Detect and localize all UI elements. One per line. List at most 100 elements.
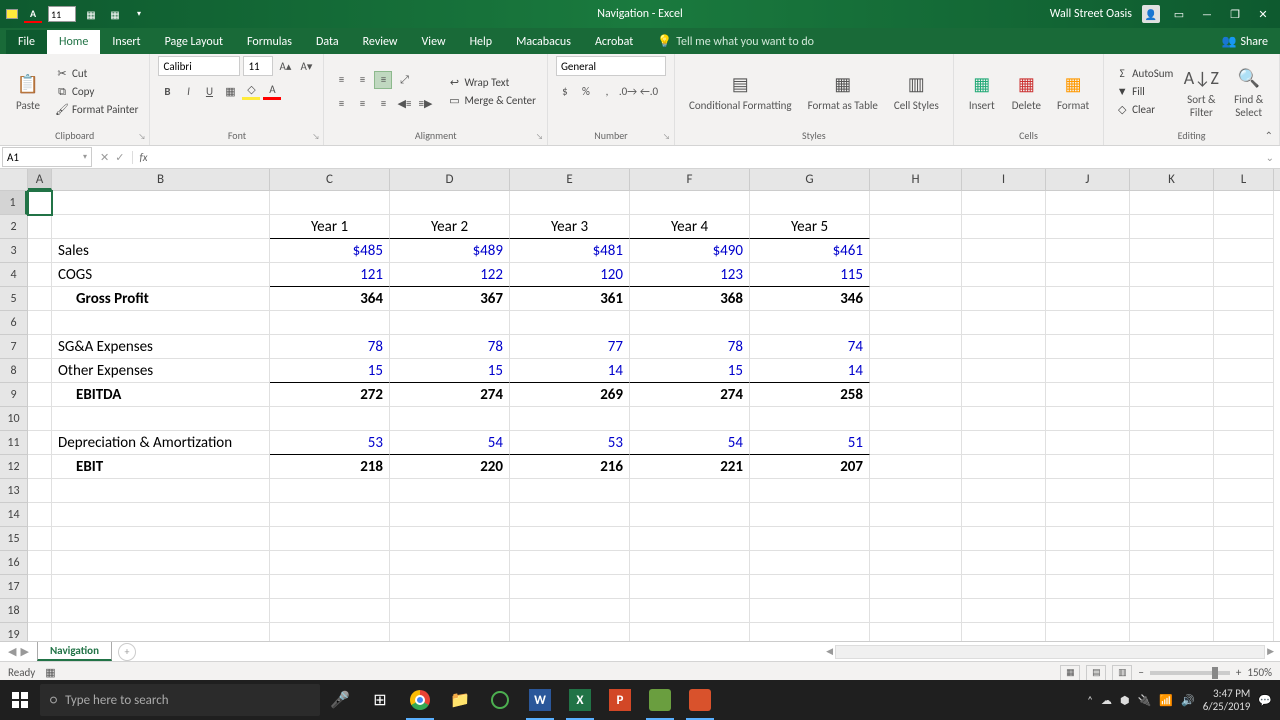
cell-H9[interactable] <box>870 383 962 407</box>
cell-L14[interactable] <box>1214 503 1274 527</box>
cell-A13[interactable] <box>28 479 52 503</box>
cell-J7[interactable] <box>1046 335 1130 359</box>
align-center-icon[interactable]: ≡ <box>353 95 371 113</box>
cell-F4[interactable]: 123 <box>630 263 750 287</box>
cell-D17[interactable] <box>390 575 510 599</box>
cell-C19[interactable] <box>270 623 390 641</box>
cell-G14[interactable] <box>750 503 870 527</box>
word-icon[interactable]: W <box>520 680 560 720</box>
align-right-icon[interactable]: ≡ <box>374 95 392 113</box>
cell-B9[interactable]: EBITDA <box>52 383 270 407</box>
cell-L7[interactable] <box>1214 335 1274 359</box>
cell-E14[interactable] <box>510 503 630 527</box>
cell-F3[interactable]: $490 <box>630 239 750 263</box>
task-view-icon[interactable]: ⊞ <box>360 680 400 720</box>
powerpoint-icon[interactable]: P <box>600 680 640 720</box>
cell-K12[interactable] <box>1130 455 1214 479</box>
cell-K5[interactable] <box>1130 287 1214 311</box>
cell-K6[interactable] <box>1130 311 1214 335</box>
cell-H17[interactable] <box>870 575 962 599</box>
cell-I17[interactable] <box>962 575 1046 599</box>
row-header-13[interactable]: 13 <box>0 479 27 503</box>
cell-C6[interactable] <box>270 311 390 335</box>
cell-J5[interactable] <box>1046 287 1130 311</box>
cell-J16[interactable] <box>1046 551 1130 575</box>
cell-K4[interactable] <box>1130 263 1214 287</box>
cell-I14[interactable] <box>962 503 1046 527</box>
cell-D11[interactable]: 54 <box>390 431 510 455</box>
tab-formulas[interactable]: Formulas <box>235 30 304 54</box>
paste-button[interactable]: 📋 Paste <box>8 66 48 116</box>
cell-I18[interactable] <box>962 599 1046 623</box>
row-header-16[interactable]: 16 <box>0 551 27 575</box>
cell-I4[interactable] <box>962 263 1046 287</box>
cell-L13[interactable] <box>1214 479 1274 503</box>
cell-C3[interactable]: $485 <box>270 239 390 263</box>
cell-K10[interactable] <box>1130 407 1214 431</box>
cell-G7[interactable]: 74 <box>750 335 870 359</box>
autosum-button[interactable]: ΣAutoSum <box>1112 66 1176 82</box>
cell-H4[interactable] <box>870 263 962 287</box>
app-green-icon[interactable] <box>480 680 520 720</box>
cell-J8[interactable] <box>1046 359 1130 383</box>
wrap-text-button[interactable]: ↩Wrap Text <box>444 75 539 91</box>
cell-C12[interactable]: 218 <box>270 455 390 479</box>
cell-A10[interactable] <box>28 407 52 431</box>
zoom-level[interactable]: 150% <box>1247 666 1272 679</box>
cell-B14[interactable] <box>52 503 270 527</box>
minimize-icon[interactable]: — <box>1198 5 1216 23</box>
share-button[interactable]: 👥 Share <box>1209 29 1280 54</box>
tab-review[interactable]: Review <box>351 30 410 54</box>
clipboard-launcher-icon[interactable]: ↘ <box>138 132 145 142</box>
cell-L18[interactable] <box>1214 599 1274 623</box>
cell-J4[interactable] <box>1046 263 1130 287</box>
cell-D2[interactable]: Year 2 <box>390 215 510 239</box>
cell-H12[interactable] <box>870 455 962 479</box>
cell-I10[interactable] <box>962 407 1046 431</box>
hscroll-right-icon[interactable]: ▶ <box>1267 646 1274 657</box>
row-header-14[interactable]: 14 <box>0 503 27 527</box>
row-header-19[interactable]: 19 <box>0 623 27 641</box>
cell-B5[interactable]: Gross Profit <box>52 287 270 311</box>
taskbar-search[interactable]: ○ Type here to search <box>40 684 320 716</box>
cell-F7[interactable]: 78 <box>630 335 750 359</box>
cell-E3[interactable]: $481 <box>510 239 630 263</box>
tab-acrobat[interactable]: Acrobat <box>583 30 645 54</box>
cell-G18[interactable] <box>750 599 870 623</box>
col-header-J[interactable]: J <box>1046 169 1130 190</box>
col-header-C[interactable]: C <box>270 169 390 190</box>
cell-J19[interactable] <box>1046 623 1130 641</box>
cell-J17[interactable] <box>1046 575 1130 599</box>
clear-button[interactable]: ◇Clear <box>1112 102 1176 118</box>
cell-C9[interactable]: 272 <box>270 383 390 407</box>
cell-E6[interactable] <box>510 311 630 335</box>
cell-G1[interactable] <box>750 191 870 215</box>
increase-indent-icon[interactable]: ≡▶ <box>416 95 434 113</box>
borders2-qat-icon[interactable]: ▦ <box>106 5 124 23</box>
cell-C15[interactable] <box>270 527 390 551</box>
cell-C16[interactable] <box>270 551 390 575</box>
cell-E9[interactable]: 269 <box>510 383 630 407</box>
cell-F18[interactable] <box>630 599 750 623</box>
cell-E11[interactable]: 53 <box>510 431 630 455</box>
cell-J14[interactable] <box>1046 503 1130 527</box>
cell-I9[interactable] <box>962 383 1046 407</box>
font-color-qat-icon[interactable]: A <box>24 5 42 23</box>
row-header-7[interactable]: 7 <box>0 335 27 359</box>
font-size-input[interactable] <box>243 56 273 76</box>
cell-K15[interactable] <box>1130 527 1214 551</box>
row-header-17[interactable]: 17 <box>0 575 27 599</box>
cell-I16[interactable] <box>962 551 1046 575</box>
cell-E16[interactable] <box>510 551 630 575</box>
cell-E5[interactable]: 361 <box>510 287 630 311</box>
cell-E19[interactable] <box>510 623 630 641</box>
cell-H16[interactable] <box>870 551 962 575</box>
cell-D12[interactable]: 220 <box>390 455 510 479</box>
cell-K9[interactable] <box>1130 383 1214 407</box>
notifications-icon[interactable]: 💬 <box>1258 694 1272 707</box>
cell-C4[interactable]: 121 <box>270 263 390 287</box>
cell-B19[interactable] <box>52 623 270 641</box>
col-header-B[interactable]: B <box>52 169 270 190</box>
tell-me-search[interactable]: 💡 Tell me what you want to do <box>645 29 826 54</box>
align-left-icon[interactable]: ≡ <box>332 95 350 113</box>
